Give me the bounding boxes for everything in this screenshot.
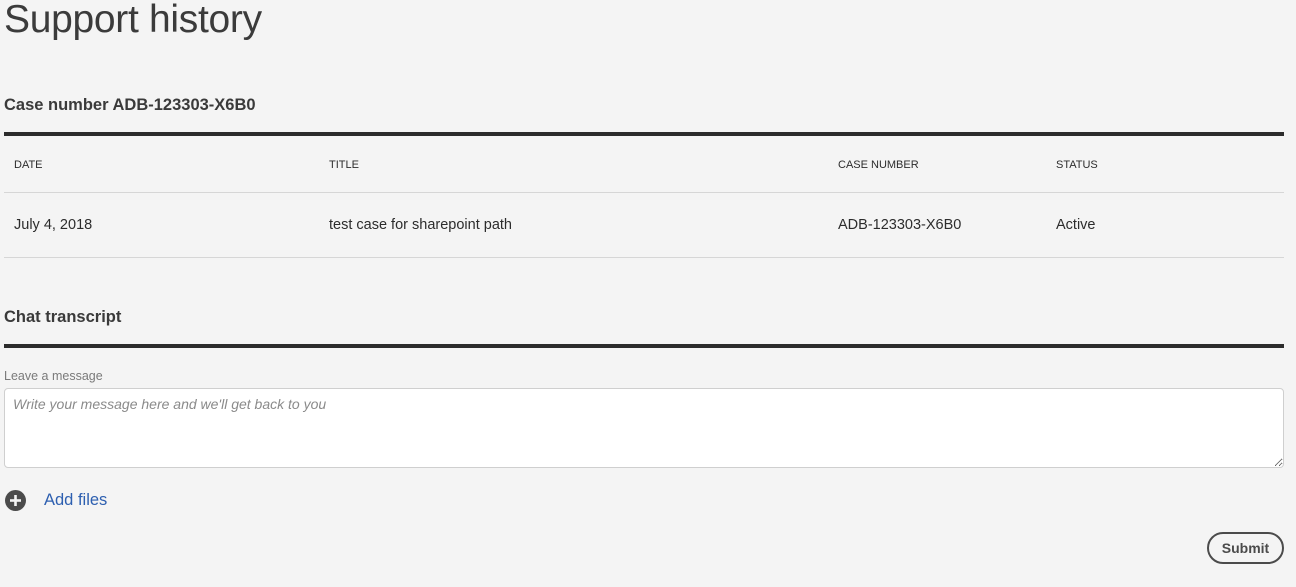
cases-table: DATE TITLE CASE NUMBER STATUS July 4, 20… <box>4 136 1284 258</box>
column-header-case-number[interactable]: CASE NUMBER <box>828 136 1046 193</box>
page-title: Support history <box>4 0 262 41</box>
case-status-cell: Active <box>1046 192 1284 258</box>
case-number-heading: Case number ADB-123303-X6B0 <box>4 96 256 114</box>
add-files-button[interactable]: Add files <box>5 490 107 511</box>
case-number-cell: ADB-123303-X6B0 <box>828 192 1046 258</box>
chat-section-divider <box>4 344 1284 348</box>
submit-button[interactable]: Submit <box>1207 532 1284 564</box>
column-header-date[interactable]: DATE <box>4 136 319 193</box>
message-label: Leave a message <box>4 369 103 383</box>
support-history-page: Support history Case number ADB-123303-X… <box>0 0 1296 587</box>
table-header-row: DATE TITLE CASE NUMBER STATUS <box>4 136 1284 193</box>
column-header-status[interactable]: STATUS <box>1046 136 1284 193</box>
message-input[interactable] <box>4 388 1284 468</box>
case-date-cell: July 4, 2018 <box>4 192 319 258</box>
table-row[interactable]: July 4, 2018 test case for sharepoint pa… <box>4 192 1284 258</box>
add-files-label[interactable]: Add files <box>44 491 107 510</box>
column-header-title[interactable]: TITLE <box>319 136 828 193</box>
plus-circle-icon <box>5 490 26 511</box>
chat-transcript-heading: Chat transcript <box>4 308 122 326</box>
case-title-cell: test case for sharepoint path <box>319 192 828 258</box>
